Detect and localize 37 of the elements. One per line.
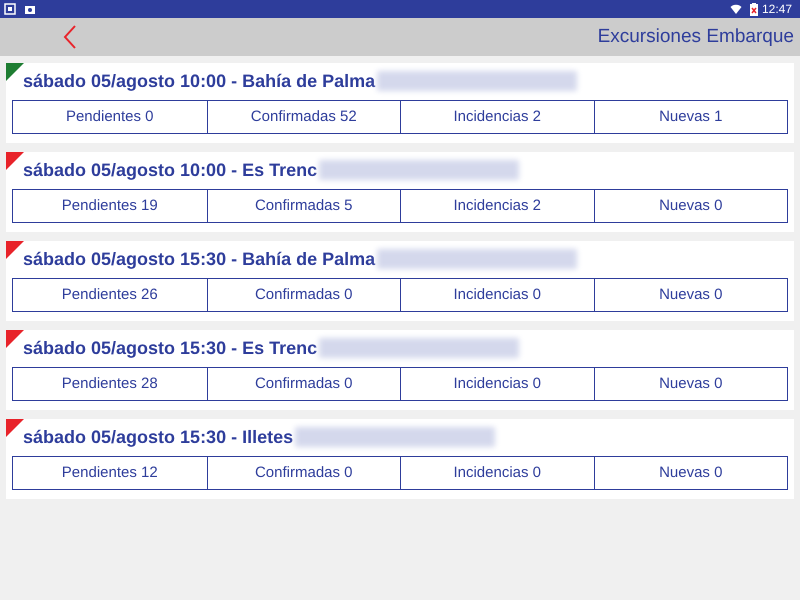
battery-icon xyxy=(750,2,758,16)
count-cell[interactable]: Pendientes 28 xyxy=(13,368,206,400)
count-cell[interactable]: Confirmadas 0 xyxy=(206,279,400,311)
chevron-left-icon xyxy=(63,25,77,49)
excursion-title: sábado 05/agosto 10:00 - Bahía de Palma xyxy=(23,70,376,93)
excursion-title: sábado 05/agosto 15:30 - Bahía de Palma xyxy=(23,248,376,271)
count-cell[interactable]: Incidencias 2 xyxy=(400,101,594,133)
excursion-title: sábado 05/agosto 15:30 - Illetes xyxy=(23,426,294,449)
clock: 12:47 xyxy=(762,1,792,18)
count-cell[interactable]: Confirmadas 52 xyxy=(206,101,400,133)
count-cell[interactable]: Confirmadas 0 xyxy=(206,457,400,489)
count-cell[interactable]: Nuevas 0 xyxy=(594,368,787,400)
excursion-title: sábado 05/agosto 10:00 - Es Trenc xyxy=(23,158,318,182)
sim-icon xyxy=(4,3,16,15)
count-cell[interactable]: Pendientes 12 xyxy=(13,457,206,489)
excursion-title: sábado 05/agosto 15:30 - Es Trenc xyxy=(23,336,318,360)
count-cell[interactable]: Nuevas 0 xyxy=(594,279,787,311)
count-cell[interactable]: Pendientes 0 xyxy=(13,101,206,133)
excursion-card[interactable]: sábado 05/agosto 15:30 - Illetes Pendientes 12 Confirmadas 0 Incidencias 0 Nuevas 0 xyxy=(6,419,794,499)
count-cell[interactable]: Nuevas 0 xyxy=(594,190,787,222)
excursion-card[interactable]: sábado 05/agosto 15:30 - Bahía de Palma Pendientes 26 Confirmadas 0 Incidencias 0 Nuevas 0 xyxy=(6,241,794,321)
excursion-card[interactable]: sábado 05/agosto 10:00 - Es Trenc Pendientes 19 Confirmadas 5 Incidencias 2 Nuevas 0 xyxy=(6,152,794,232)
count-cell[interactable]: Confirmadas 0 xyxy=(206,368,400,400)
excursion-card[interactable]: sábado 05/agosto 10:00 - Bahía de Palma Pendientes 0 Confirmadas 52 Incidencias 2 Nuevas 1 xyxy=(6,63,794,143)
count-cell[interactable]: Nuevas 1 xyxy=(594,101,787,133)
excursion-card[interactable]: sábado 05/agosto 15:30 - Es Trenc Pendientes 28 Confirmadas 0 Incidencias 0 Nuevas 0 xyxy=(6,330,794,410)
wifi-icon xyxy=(730,3,742,15)
count-cell[interactable]: Incidencias 0 xyxy=(400,279,594,311)
page-title: Excursiones Embarque xyxy=(598,24,794,49)
count-cell[interactable]: Incidencias 2 xyxy=(400,190,594,222)
count-cell[interactable]: Nuevas 0 xyxy=(594,457,787,489)
photo-icon xyxy=(24,3,36,15)
count-cell[interactable]: Confirmadas 5 xyxy=(206,190,400,222)
count-cell[interactable]: Pendientes 19 xyxy=(13,190,206,222)
count-cell[interactable]: Incidencias 0 xyxy=(400,457,594,489)
count-cell[interactable]: Pendientes 26 xyxy=(13,279,206,311)
count-cell[interactable]: Incidencias 0 xyxy=(400,368,594,400)
